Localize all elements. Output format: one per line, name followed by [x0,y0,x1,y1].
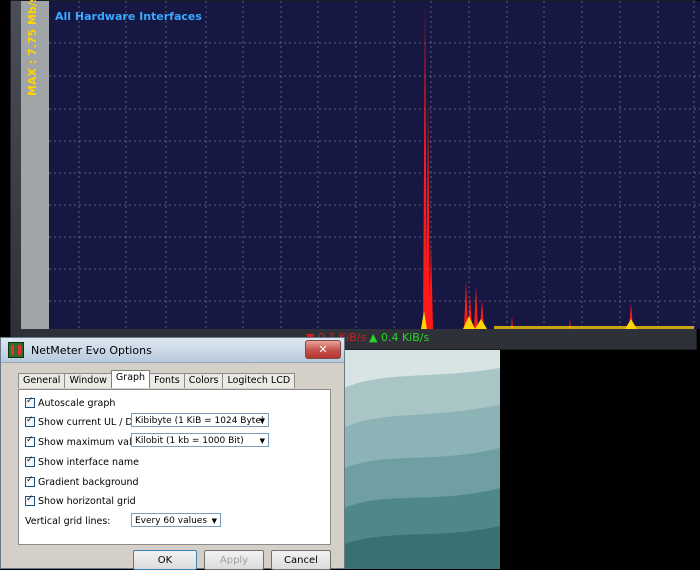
cancel-button[interactable]: Cancel [271,550,331,570]
show-iface-label: Show interface name [38,456,139,468]
traffic-peaks [421,1,637,329]
mountain-wallpaper-image [340,350,500,569]
tab-strip: General Window Graph Fonts Colors Logite… [18,370,296,389]
show-max-label: Show maximum value [38,436,144,448]
netmeter-app-icon [8,342,24,358]
graph-window: MAX : 7.75 Mb/s All Hardware Interfaces … [10,0,700,350]
tab-logitech-lcd[interactable]: Logitech LCD [222,373,296,388]
dialog-buttons: OK Apply Cancel [133,550,331,570]
ok-button[interactable]: OK [133,550,197,570]
autoscale-row: Autoscale graph [25,396,115,410]
tab-colors[interactable]: Colors [183,373,224,388]
vgrid-value: Every 60 values [135,516,208,526]
show-ul-dl-label: Show current UL / DL [38,416,139,428]
hgrid-label: Show horizontal grid [38,495,136,507]
show-max-checkbox[interactable] [25,435,35,447]
download-rate: ▲ 0.4 KiB/s [369,331,430,344]
max-unit-value: Kilobit (1 kb = 1000 Bit) [135,436,244,446]
show-ul-dl-checkbox[interactable] [25,415,35,427]
max-value-label: MAX : 7.75 Mb/s [26,0,39,96]
graph-side-bar: MAX : 7.75 Mb/s [21,0,49,329]
chevron-down-icon: ▼ [211,517,217,525]
show-iface-checkbox[interactable] [25,455,35,467]
traffic-graph-canvas [49,1,700,329]
desktop-wallpaper [340,350,500,569]
gradient-label: Gradient background [38,476,139,488]
chevron-down-icon: ▼ [259,437,265,445]
dialog-title: NetMeter Evo Options [31,344,152,357]
gradient-row: Gradient background [25,475,139,489]
tab-window[interactable]: Window [64,373,112,388]
tab-general[interactable]: General [18,373,66,388]
show-iface-row: Show interface name [25,455,139,469]
ul-dl-unit-value: Kibibyte (1 KiB = 1024 Byte) [135,416,265,426]
vgrid-label: Vertical grid lines: [25,515,111,527]
max-unit-select[interactable]: Kilobit (1 kb = 1000 Bit) ▼ [131,433,269,447]
traffic-graph: All Hardware Interfaces [49,1,700,329]
autoscale-checkbox[interactable] [25,396,35,408]
close-button[interactable]: ✕ [305,340,341,359]
dialog-titlebar[interactable]: NetMeter Evo Options ✕ [1,338,344,363]
ul-dl-unit-select[interactable]: Kibibyte (1 KiB = 1024 Byte) ▼ [131,413,269,427]
show-max-row: Show maximum value [25,435,144,449]
show-ul-dl-row: Show current UL / DL [25,415,138,429]
apply-button[interactable]: Apply [204,550,264,570]
chevron-down-icon: ▼ [259,417,265,425]
hgrid-row: Show horizontal grid [25,494,136,508]
hgrid-checkbox[interactable] [25,494,35,506]
interface-name: All Hardware Interfaces [55,10,202,23]
vgrid-row: Vertical grid lines: [25,514,111,528]
autoscale-label: Autoscale graph [38,397,116,409]
options-dialog: NetMeter Evo Options ✕ General Window Gr… [0,337,345,570]
tab-graph[interactable]: Graph [110,370,151,388]
tab-fonts[interactable]: Fonts [149,373,185,388]
vgrid-select[interactable]: Every 60 values ▼ [131,513,221,527]
gradient-checkbox[interactable] [25,475,35,487]
graph-tab-panel: Autoscale graph Show current UL / DL Kib… [18,389,331,545]
